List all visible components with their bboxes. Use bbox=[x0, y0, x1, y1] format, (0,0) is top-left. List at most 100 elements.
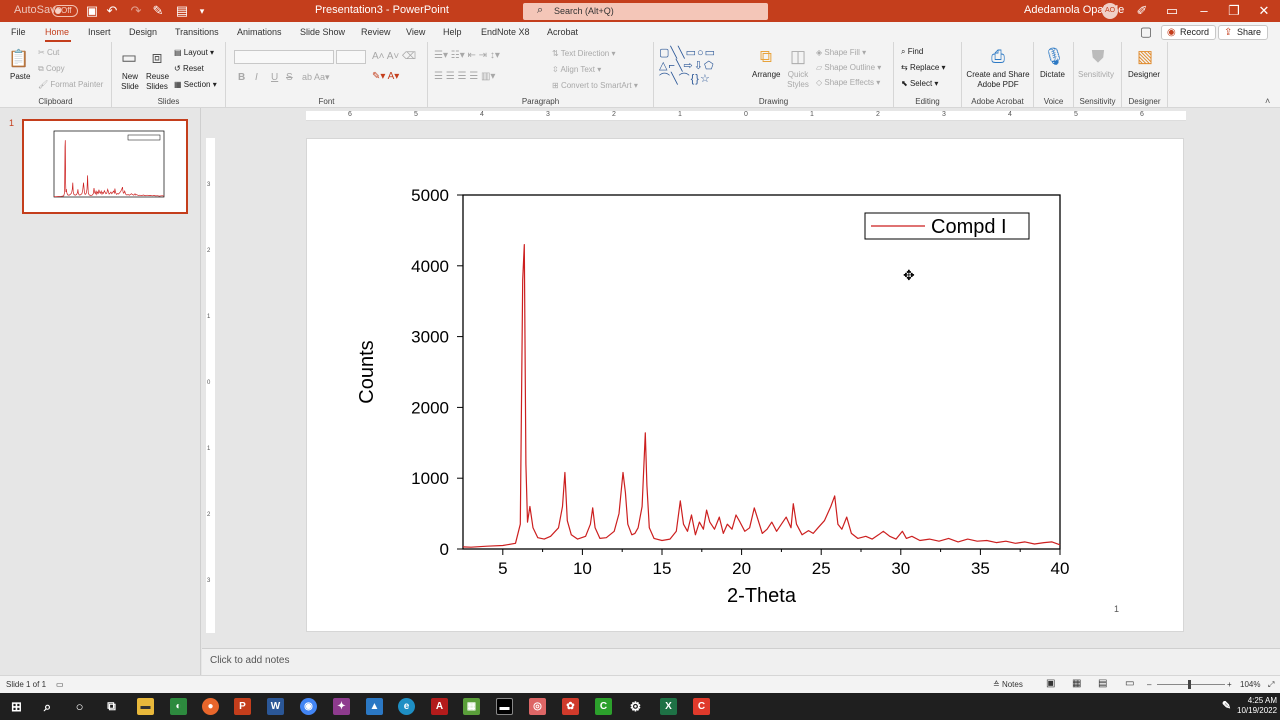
new-slide-button[interactable]: New Slide bbox=[121, 72, 139, 92]
font-size-controls[interactable]: A˄ A˅ ⌫ bbox=[372, 51, 416, 62]
shapes-gallery[interactable]: ▢╲╲▭○▭ △⌐╲⇨⇩⬠ ⌒╲⌒{}☆ bbox=[659, 47, 745, 86]
pen-icon[interactable]: ✐ bbox=[1134, 3, 1150, 19]
app-icon[interactable]: ◎ bbox=[529, 698, 546, 715]
shape-outline-button[interactable]: ▱ Shape Outline ▾ bbox=[816, 63, 881, 72]
comments-icon[interactable]: ▢ bbox=[1138, 24, 1154, 40]
highlight-font-color-icon[interactable]: ✎▾ A▾ bbox=[372, 71, 399, 82]
firefox-icon[interactable]: ● bbox=[202, 698, 219, 715]
quick-styles-button[interactable]: Quick Styles bbox=[787, 70, 809, 90]
word-icon[interactable]: W bbox=[267, 698, 284, 715]
redo-icon[interactable]: ↷ bbox=[128, 3, 144, 19]
zoom-slider[interactable] bbox=[1157, 684, 1225, 685]
format-painter-button[interactable]: 🖌 Format Painter bbox=[38, 80, 103, 89]
zoom-level[interactable]: 104% bbox=[1240, 680, 1260, 689]
tab-transitions[interactable]: Transitions bbox=[175, 27, 219, 37]
dictate-button[interactable]: Dictate bbox=[1040, 70, 1065, 79]
maximize-icon[interactable]: ❐ bbox=[1226, 3, 1242, 19]
cortana-icon[interactable]: ○ bbox=[71, 698, 88, 715]
reuse-slides-button[interactable]: Reuse Slides bbox=[146, 72, 169, 92]
avatar[interactable]: AO bbox=[1102, 3, 1118, 19]
tab-endnote[interactable]: EndNote X8 bbox=[481, 27, 530, 37]
normal-view-icon[interactable]: ▣ bbox=[1046, 678, 1055, 689]
create-share-pdf-button[interactable]: Create and Share Adobe PDF bbox=[966, 70, 1030, 90]
tab-view[interactable]: View bbox=[406, 27, 425, 37]
tab-home[interactable]: Home bbox=[45, 27, 69, 37]
close-icon[interactable]: ✕ bbox=[1256, 3, 1272, 19]
notes-pane[interactable]: Click to add notes bbox=[202, 648, 1280, 675]
tab-review[interactable]: Review bbox=[361, 27, 391, 37]
tab-acrobat[interactable]: Acrobat bbox=[547, 27, 578, 37]
chrome-icon[interactable]: ◉ bbox=[300, 698, 317, 715]
cut-button[interactable]: ✂ Cut bbox=[38, 48, 59, 57]
ribbon-display-icon[interactable]: ▭ bbox=[1164, 3, 1180, 19]
search-box[interactable]: ⌕ Search (Alt+Q) bbox=[523, 3, 768, 20]
zoom-slider-thumb[interactable] bbox=[1188, 680, 1191, 689]
layout-button[interactable]: ▤ Layout ▾ bbox=[174, 48, 214, 57]
system-clock[interactable]: 4:25 AM 10/19/2022 bbox=[1237, 696, 1277, 716]
align-buttons[interactable]: ☰ ☰ ☰ ☰ ▥▾ bbox=[434, 71, 495, 82]
fit-slide-icon[interactable]: ⤢ bbox=[1268, 680, 1274, 690]
underline-button[interactable]: U bbox=[271, 72, 278, 83]
file-explorer-icon[interactable]: ▬ bbox=[137, 698, 154, 715]
arrange-button[interactable]: Arrange bbox=[752, 70, 780, 79]
customize-qat-icon[interactable]: ▾ bbox=[194, 3, 210, 19]
tab-insert[interactable]: Insert bbox=[88, 27, 111, 37]
strikethrough-button[interactable]: S bbox=[286, 72, 293, 83]
search-icon[interactable]: ⌕ bbox=[39, 698, 56, 715]
acrobat-icon[interactable]: A bbox=[431, 698, 448, 715]
excel-icon[interactable]: X bbox=[660, 698, 677, 715]
tab-design[interactable]: Design bbox=[129, 27, 157, 37]
draw-icon[interactable]: ✎ bbox=[150, 3, 166, 19]
designer-button[interactable]: Designer bbox=[1128, 70, 1160, 79]
save-icon[interactable]: ▣ bbox=[84, 3, 100, 19]
camtasia-recorder-icon[interactable]: C bbox=[693, 698, 710, 715]
convert-smartart-button[interactable]: ⊞ Convert to SmartArt ▾ bbox=[552, 81, 638, 90]
align-text-button[interactable]: ⇳ Align Text ▾ bbox=[552, 65, 601, 74]
find-button[interactable]: ⌕ Find bbox=[901, 47, 923, 57]
pen-tray-icon[interactable]: ✎ bbox=[1218, 698, 1235, 715]
edge-icon[interactable]: e bbox=[398, 698, 415, 715]
slide-sorter-icon[interactable]: ▦ bbox=[1072, 678, 1081, 689]
copy-button[interactable]: ⧉ Copy bbox=[38, 64, 65, 74]
select-button[interactable]: ⬉ Select ▾ bbox=[901, 79, 938, 88]
undo-icon[interactable]: ↶ bbox=[104, 3, 120, 19]
slide-canvas[interactable]: 0 1000 2000 3000 4000 5000 5 10 15 20 25 30 35 40 2-Th… bbox=[306, 138, 1184, 632]
tab-animations[interactable]: Animations bbox=[237, 27, 282, 37]
list-buttons[interactable]: ☰▾ ☷▾ ⇤ ⇥ ↕▾ bbox=[434, 50, 500, 61]
start-icon[interactable]: ⊞ bbox=[8, 698, 25, 715]
app-icon[interactable]: ✿ bbox=[562, 698, 579, 715]
reading-view-icon[interactable]: ▤ bbox=[1098, 678, 1107, 689]
task-view-icon[interactable]: ⧉ bbox=[103, 698, 120, 715]
collapse-ribbon-icon[interactable]: ˄ bbox=[1265, 96, 1270, 106]
accessibility-icon[interactable]: ▭ bbox=[56, 680, 64, 689]
app-icon[interactable]: ◐ bbox=[170, 698, 187, 715]
bold-button[interactable]: B bbox=[238, 72, 245, 83]
autosave-toggle[interactable]: Off bbox=[52, 5, 78, 17]
font-size-box[interactable] bbox=[336, 50, 366, 64]
app-icon[interactable]: ▦ bbox=[463, 698, 480, 715]
record-button[interactable]: ◉ Record bbox=[1161, 25, 1217, 40]
text-direction-button[interactable]: ⇅ Text Direction ▾ bbox=[552, 49, 616, 58]
photos-icon[interactable]: ▲ bbox=[366, 698, 383, 715]
slide-thumbnail[interactable] bbox=[22, 119, 188, 214]
italic-button[interactable]: I bbox=[255, 72, 258, 83]
camtasia-icon[interactable]: C bbox=[595, 698, 612, 715]
zoom-out-icon[interactable]: – bbox=[1147, 680, 1151, 689]
slideshow-view-icon[interactable]: ▭ bbox=[1125, 678, 1134, 689]
terminal-icon[interactable]: ▬ bbox=[496, 698, 513, 715]
replace-button[interactable]: ⇆ Replace ▾ bbox=[901, 63, 946, 72]
powerpoint-icon[interactable]: P bbox=[234, 698, 251, 715]
notes-button[interactable]: ≙ Notes bbox=[993, 680, 1023, 689]
tab-file[interactable]: File bbox=[11, 27, 26, 37]
tab-slide-show[interactable]: Slide Show bbox=[300, 27, 345, 37]
present-icon[interactable]: ▤ bbox=[174, 3, 190, 19]
xrd-chart[interactable]: 0 1000 2000 3000 4000 5000 5 10 15 20 25 30 35 40 2-Th… bbox=[307, 139, 1185, 633]
minimize-icon[interactable]: – bbox=[1196, 3, 1212, 19]
shape-effects-button[interactable]: ◇ Shape Effects ▾ bbox=[816, 78, 880, 87]
app-icon[interactable]: ✦ bbox=[333, 698, 350, 715]
zoom-in-icon[interactable]: + bbox=[1227, 680, 1232, 689]
settings-icon[interactable]: ⚙ bbox=[627, 698, 644, 715]
section-button[interactable]: ▦ Section ▾ bbox=[174, 80, 217, 89]
sensitivity-button[interactable]: Sensitivity bbox=[1078, 70, 1114, 79]
tab-help[interactable]: Help bbox=[443, 27, 462, 37]
